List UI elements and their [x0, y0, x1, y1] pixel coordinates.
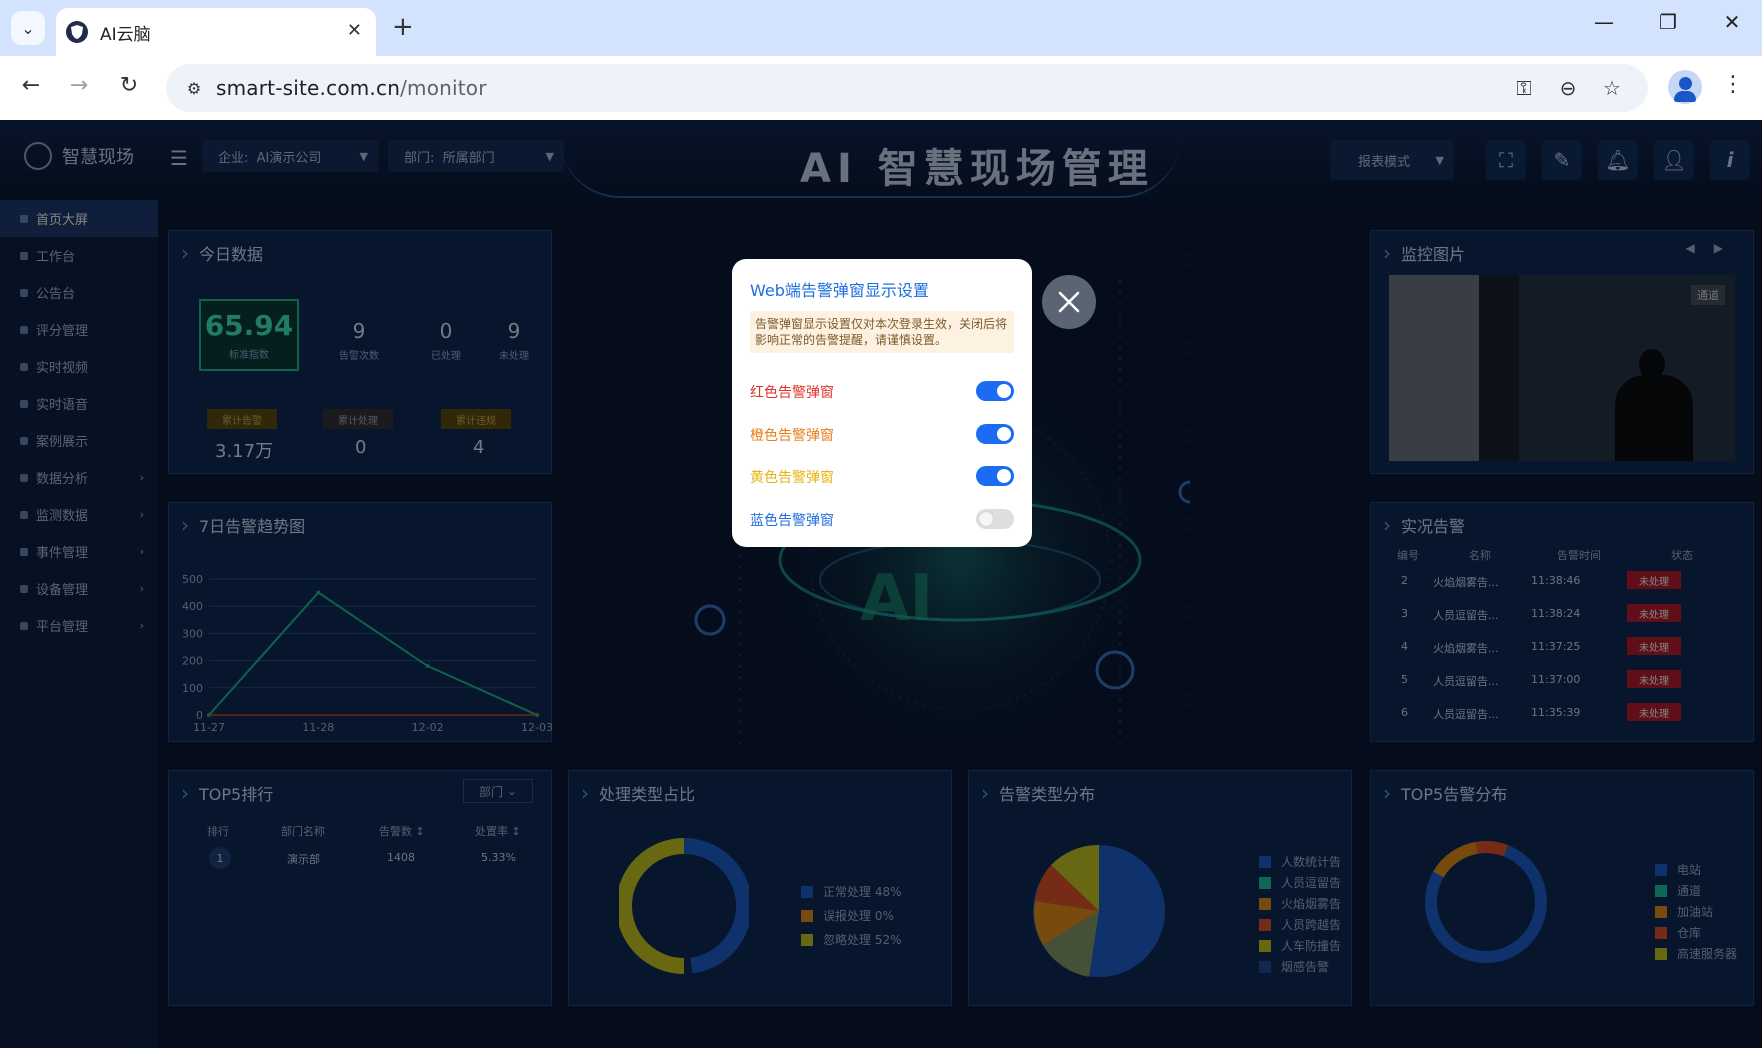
tab-search-button[interactable]: ⌄ — [11, 11, 45, 45]
zoom-icon[interactable]: ⊖ — [1554, 76, 1582, 100]
minimize-button[interactable]: — — [1584, 10, 1624, 34]
tab-close-icon[interactable]: ✕ — [347, 20, 362, 41]
alarm-option-row: 红色告警弹窗 — [750, 379, 1014, 403]
close-icon — [1058, 291, 1080, 313]
address-bar[interactable]: ⚙ smart-site.com.cn/monitor ⚿ ⊖ ☆ — [166, 64, 1648, 112]
profile-avatar-icon[interactable] — [1668, 70, 1702, 104]
back-button[interactable]: ← — [16, 73, 46, 98]
forward-button[interactable]: → — [64, 73, 94, 98]
option-label: 黄色告警弹窗 — [750, 470, 834, 486]
toggle-switch[interactable] — [976, 381, 1014, 401]
url-text: smart-site.com.cn/monitor — [216, 76, 487, 100]
key-icon[interactable]: ⚿ — [1510, 76, 1538, 100]
alarm-popup-settings-dialog: Web端告警弹窗显示设置 告警弹窗显示设置仅对本次登录生效，关闭后将影响正常的告… — [732, 259, 1032, 547]
bookmark-star-icon[interactable]: ☆ — [1598, 76, 1626, 100]
shield-favicon-icon — [66, 21, 88, 43]
browser-tab-strip: ⌄ AI云脑 ✕ + — ❐ ✕ — [0, 0, 1762, 56]
tab-title: AI云脑 — [100, 24, 151, 45]
browser-tab[interactable]: AI云脑 ✕ — [56, 8, 376, 56]
toggle-knob — [979, 511, 993, 526]
url-domain: smart-site.com.cn — [216, 76, 401, 100]
browser-toolbar: ← → ↻ ⚙ smart-site.com.cn/monitor ⚿ ⊖ ☆ … — [0, 56, 1762, 120]
restore-button[interactable]: ❐ — [1648, 10, 1688, 34]
alarm-option-row: 橙色告警弹窗 — [750, 422, 1014, 446]
site-info-icon[interactable]: ⚙ — [182, 76, 206, 100]
toggle-knob — [997, 426, 1011, 441]
option-label: 蓝色告警弹窗 — [750, 512, 834, 529]
toggle-knob — [997, 469, 1011, 483]
dialog-title: Web端告警弹窗显示设置 — [750, 281, 929, 300]
app-viewport: 智慧现场 ☰ 企业: AI演示公司 ▼ 部门: 所属部门 ▼ AI 智慧现场管理 报… — [0, 120, 1762, 1048]
toggle-switch[interactable] — [976, 466, 1014, 486]
alarm-option-row: 黄色告警弹窗 — [750, 464, 1014, 488]
toggle-knob — [997, 384, 1011, 398]
reload-button[interactable]: ↻ — [114, 73, 144, 98]
toggle-switch[interactable] — [976, 508, 1014, 529]
browser-menu-icon[interactable]: ⋮ — [1722, 72, 1744, 97]
chevron-down-icon: ⌄ — [21, 18, 35, 38]
toggle-switch[interactable] — [976, 423, 1014, 444]
option-label: 红色告警弹窗 — [750, 385, 834, 401]
url-path: /monitor — [400, 76, 487, 100]
close-dialog-button[interactable] — [1042, 275, 1096, 329]
option-label: 橙色告警弹窗 — [750, 427, 834, 444]
warning-notice: 告警弹窗显示设置仅对本次登录生效，关闭后将影响正常的告警提醒，请谨慎设置。 — [750, 311, 1014, 353]
new-tab-button[interactable]: + — [392, 12, 414, 42]
alarm-option-row: 蓝色告警弹窗 — [750, 507, 1014, 531]
window-close-button[interactable]: ✕ — [1712, 10, 1752, 34]
